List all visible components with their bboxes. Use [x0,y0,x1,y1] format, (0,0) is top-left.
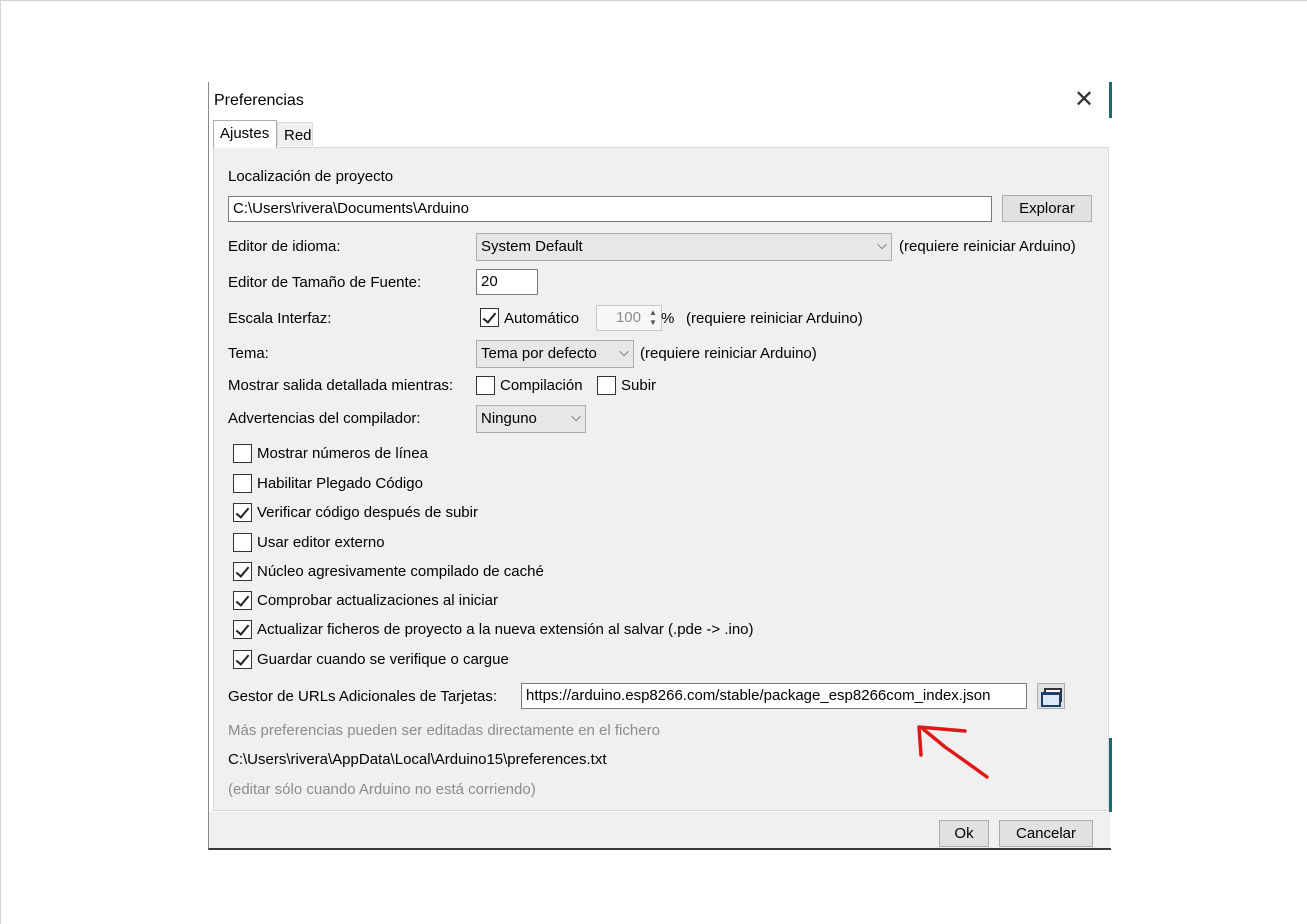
option-label: Mostrar números de línea [257,445,428,462]
preferences-file-path: C:\Users\rivera\AppData\Local\Arduino15\… [228,751,607,768]
option-checkbox[interactable] [233,444,252,463]
red-arrow-annotation [917,725,989,779]
option-label: Usar editor externo [257,534,385,551]
theme-restart-note: (requiere reiniciar Arduino) [640,345,817,362]
chevron-down-icon: ⌵ [619,344,629,359]
scale-label: Escala Interfaz: [228,310,332,327]
close-icon[interactable]: ✕ [1074,88,1094,112]
open-window-icon[interactable] [1037,683,1065,709]
option-checkbox[interactable] [233,533,252,552]
theme-select[interactable]: Tema por defecto ⌵ [476,340,634,368]
option-label: Verificar código después de subir [257,504,478,521]
verbose-upload-checkbox[interactable] [597,376,616,395]
board-urls-label: Gestor de URLs Adicionales de Tarjetas: [228,688,498,705]
compiler-warnings-value: Ninguno [481,410,537,427]
language-select-value: System Default [481,238,583,255]
more-preferences-text: Más preferencias pueden ser editadas dir… [228,722,660,739]
option-label: Núcleo agresivamente compilado de caché [257,563,544,580]
verbose-compile-checkbox[interactable] [476,376,495,395]
scale-auto-label: Automático [504,310,580,327]
chevron-down-icon: ⌵ [571,409,581,424]
language-select[interactable]: System Default ⌵ [476,233,892,261]
option-checkbox[interactable] [233,650,252,669]
option-checkbox[interactable] [233,591,252,610]
dialog-title: Preferencias [214,92,304,109]
page-border-top [0,0,1307,1]
verbose-compile-label: Compilación [500,377,583,394]
language-label: Editor de idioma: [228,238,341,255]
window-accent-edge [1109,738,1112,812]
scale-auto-checkbox[interactable] [480,308,499,327]
tab-red[interactable]: Red [277,122,313,146]
edit-warning-text: (editar sólo cuando Arduino no está corr… [228,781,536,798]
tab-ajustes[interactable]: Ajustes [213,120,277,148]
page-border-left [0,0,1,924]
dialog-footer: Ok Cancelar [209,812,1110,848]
verbose-output-label: Mostrar salida detallada mientras: [228,377,454,394]
option-checkbox[interactable] [233,620,252,639]
project-location-label: Localización de proyecto [228,168,394,185]
option-label: Guardar cuando se verifique o cargue [257,651,509,668]
scale-restart-note: (requiere reiniciar Arduino) [686,310,863,327]
option-label: Comprobar actualizaciones al iniciar [257,592,498,609]
browse-button[interactable]: Explorar [1002,195,1092,222]
option-label: Habilitar Plegado Código [257,475,423,492]
cancel-button[interactable]: Cancelar [999,820,1093,847]
spinner-arrows-icon[interactable]: ▲ ▼ [647,308,659,328]
ok-button[interactable]: Ok [939,820,989,847]
scale-unit: % [661,310,675,327]
theme-label: Tema: [228,345,269,362]
option-checkbox[interactable] [233,503,252,522]
verbose-upload-label: Subir [621,377,657,394]
font-size-label: Editor de Tamaño de Fuente: [228,274,422,291]
option-label: Actualizar ficheros de proyecto a la nue… [257,621,754,638]
font-size-field[interactable]: 20 [476,269,538,295]
language-restart-note: (requiere reiniciar Arduino) [899,238,1076,255]
compiler-warnings-select[interactable]: Ninguno ⌵ [476,405,586,433]
theme-select-value: Tema por defecto [481,345,597,362]
chevron-down-icon: ⌵ [877,237,887,252]
option-checkbox[interactable] [233,562,252,581]
compiler-warnings-label: Advertencias del compilador: [228,410,421,427]
option-checkbox[interactable] [233,474,252,493]
board-urls-field[interactable]: https://arduino.esp8266.com/stable/packa… [521,683,1027,709]
board-urls-value: https://arduino.esp8266.com/stable/packa… [526,687,991,704]
window-accent-edge [1109,82,1112,118]
settings-panel: Localización de proyecto C:\Users\rivera… [213,147,1109,811]
scale-spinner-value: 100 [615,309,641,326]
project-location-field[interactable]: C:\Users\rivera\Documents\Arduino [228,196,992,222]
scale-spinner[interactable]: 100 ▲ ▼ [596,305,662,331]
